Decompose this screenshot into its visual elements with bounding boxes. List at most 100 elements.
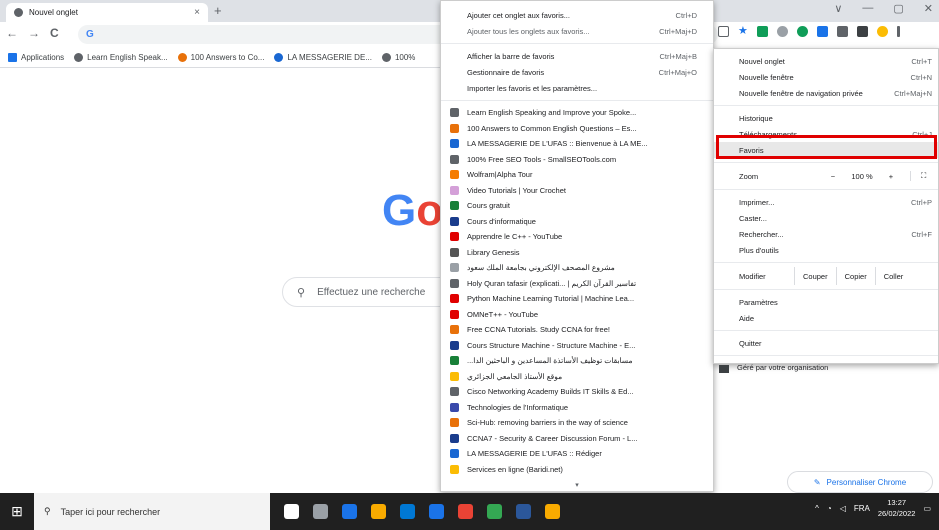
extension-icon[interactable] (756, 26, 768, 37)
bookmark-item[interactable]: Video Tutorials | Your Crochet (441, 183, 713, 199)
bookmark-item[interactable]: Free CCNA Tutorials. Study CCNA for free… (441, 322, 713, 338)
bookmark-apps[interactable]: Applications (8, 53, 64, 62)
avatar[interactable] (876, 26, 888, 37)
site-icon (450, 139, 459, 149)
paste-button[interactable]: Coller (874, 267, 912, 285)
cut-button[interactable]: Couper (794, 267, 836, 285)
bookmark-item[interactable]: Learn English Speak... (74, 53, 168, 62)
fullscreen-icon[interactable]: ⛶ (910, 171, 926, 181)
menu-print[interactable]: Imprimer... Ctrl+P (714, 194, 938, 210)
bookmark-item[interactable]: Wolfram|Alpha Tour (441, 167, 713, 183)
bookmark-item[interactable]: LA MESSAGERIE DE... (274, 53, 372, 62)
site-icon (450, 325, 459, 335)
close-window-button[interactable]: ✕ (924, 2, 933, 15)
taskbar-app-icon[interactable] (487, 504, 502, 519)
add-all-tabs-to-bookmarks[interactable]: Ajouter tous les onglets aux favoris... C… (441, 23, 713, 39)
menu-history[interactable]: Historique (714, 110, 938, 126)
bookmark-item[interactable]: CCNA7 - Security & Career Discussion For… (441, 431, 713, 447)
clock-time: 13:27 (887, 498, 907, 507)
bookmark-item[interactable]: LA MESSAGERIE DE L'UFAS :: Rédiger (441, 446, 713, 462)
extension-icon[interactable] (836, 26, 848, 37)
network-icon[interactable]: ◔ (827, 504, 832, 513)
tray-chevron-icon[interactable]: ^ (815, 504, 819, 513)
tab-new-tab[interactable]: Nouvel onglet × (6, 3, 208, 22)
zoom-out-button[interactable]: − (822, 172, 844, 181)
tab-search-icon[interactable]: ∨ (834, 2, 842, 15)
forward-button[interactable]: → (28, 26, 40, 40)
bookmark-item[interactable]: Technologies de l'Informatique (441, 400, 713, 416)
menu-new-window[interactable]: Nouvelle fenêtre Ctrl+N (714, 69, 938, 85)
notification-icon[interactable]: ▭ (923, 504, 931, 513)
taskbar-app-icon[interactable] (342, 504, 357, 519)
menu-help[interactable]: Aide (714, 310, 938, 326)
bookmark-manager[interactable]: Gestionnaire de favoris Ctrl+Maj+O (441, 64, 713, 80)
bookmark-item[interactable]: موقع الأستاذ الجامعي الجزائري (441, 369, 713, 385)
share-icon[interactable] (718, 26, 729, 37)
puzzle-icon[interactable] (856, 26, 868, 37)
minimize-button[interactable]: — (862, 2, 873, 15)
taskbar-app-icon[interactable] (284, 504, 299, 519)
extension-icon[interactable] (776, 26, 788, 37)
taskbar-app-icon[interactable] (516, 504, 531, 519)
bookmark-item[interactable]: 100% (381, 53, 415, 62)
bookmark-item[interactable]: Cours Structure Machine - Structure Mach… (441, 338, 713, 354)
bookmark-item[interactable]: Cisco Networking Academy Builds IT Skill… (441, 384, 713, 400)
menu-quit[interactable]: Quitter (714, 335, 938, 351)
bookmark-item[interactable]: Sci-Hub: removing barriers in the way of… (441, 415, 713, 431)
taskbar-app-icon[interactable] (429, 504, 444, 519)
extension-icon[interactable] (796, 26, 808, 37)
bookmark-item[interactable]: Library Genesis (441, 245, 713, 261)
star-icon[interactable]: ★ (738, 26, 748, 37)
language-indicator[interactable]: FRA (854, 504, 870, 513)
new-tab-button[interactable]: + (214, 3, 222, 18)
chrome-icon (14, 8, 23, 17)
bookmark-item[interactable]: Cours d'informatique (441, 214, 713, 230)
reload-button[interactable]: C (50, 26, 59, 40)
taskbar-app-icon[interactable] (458, 504, 473, 519)
bookmark-label: Free CCNA Tutorials. Study CCNA for free… (467, 325, 610, 335)
bookmark-item[interactable]: مشروع المصحف الإلكتروني بجامعة الملك سعو… (441, 260, 713, 276)
import-bookmarks[interactable]: Importer les favoris et les paramètres..… (441, 80, 713, 96)
volume-icon[interactable]: ◁ (840, 504, 846, 513)
divider (714, 162, 938, 163)
customize-chrome-button[interactable]: ✎ Personnaliser Chrome (787, 471, 933, 493)
menu-incognito-window[interactable]: Nouvelle fenêtre de navigation privée Ctr… (714, 85, 938, 101)
bookmark-item[interactable]: Services en ligne (Baridi.net) (441, 462, 713, 478)
bookmark-item[interactable]: Apprendre le C++ - YouTube (441, 229, 713, 245)
extension-icon[interactable] (816, 26, 828, 37)
taskbar-search-input[interactable]: ⚲ Taper ici pour rechercher (34, 493, 270, 530)
show-bookmarks-bar[interactable]: Afficher la barre de favoris Ctrl+Maj+B (441, 48, 713, 64)
clock[interactable]: 13:27 26/02/2022 (878, 497, 916, 519)
menu-dots-icon[interactable] (896, 26, 900, 37)
bookmark-item[interactable]: ...مسابقات توظيف الأساتذة المساعدين و ال… (441, 353, 713, 369)
back-button[interactable]: ← (6, 26, 18, 40)
close-tab-icon[interactable]: × (194, 7, 200, 18)
bookmark-item[interactable]: 100 Answers to Co... (177, 53, 264, 62)
copy-button[interactable]: Copier (835, 267, 875, 285)
maximize-button[interactable]: ▢ (893, 2, 903, 15)
taskbar-app-icon[interactable] (371, 504, 386, 519)
windows-start-icon[interactable]: ⊞ (0, 493, 34, 530)
bookmark-item[interactable]: Cours gratuit (441, 198, 713, 214)
menu-find[interactable]: Rechercher... Ctrl+F (714, 226, 938, 242)
taskbar-app-icon[interactable] (545, 504, 560, 519)
bookmark-item[interactable]: Python Machine Learning Tutorial | Machi… (441, 291, 713, 307)
managed-by-org[interactable]: Géré par votre organisation (714, 360, 938, 376)
menu-new-tab[interactable]: Nouvel onglet Ctrl+T (714, 53, 938, 69)
bookmark-item[interactable]: 100% Free SEO Tools - SmallSEOTools.com (441, 152, 713, 168)
bookmark-item[interactable]: 100 Answers to Common English Questions … (441, 121, 713, 137)
zoom-in-button[interactable]: + (880, 172, 902, 181)
bookmark-item[interactable]: OMNeT++ - YouTube (441, 307, 713, 323)
menu-settings[interactable]: Paramètres (714, 294, 938, 310)
bookmark-item[interactable]: Holy Quran tafasir (explicati... | تفاسي… (441, 276, 713, 292)
scroll-down-icon[interactable]: ▾ (441, 481, 713, 489)
taskbar-app-icon[interactable] (313, 504, 328, 519)
bookmark-item[interactable]: Learn English Speaking and Improve your … (441, 105, 713, 121)
add-tab-to-bookmarks[interactable]: Ajouter cet onglet aux favoris... Ctrl+D (441, 7, 713, 23)
menu-cast[interactable]: Caster... (714, 210, 938, 226)
bookmark-item[interactable]: LA MESSAGERIE DE L'UFAS :: Bienvenue à L… (441, 136, 713, 152)
menu-more-tools[interactable]: Plus d'outils (714, 242, 938, 258)
bookmark-label: Applications (21, 53, 65, 62)
taskbar-app-icon[interactable] (400, 504, 415, 519)
search-placeholder: Effectuez une recherche (317, 286, 426, 298)
